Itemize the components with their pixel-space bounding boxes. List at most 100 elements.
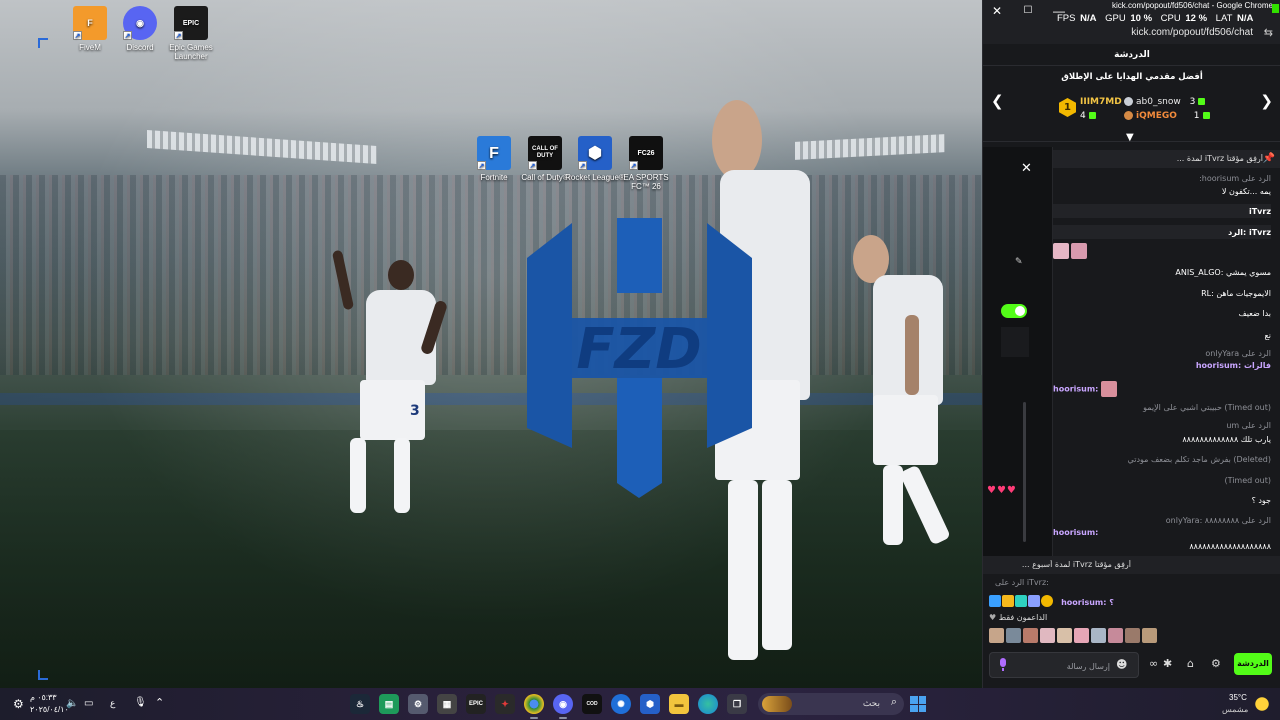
avatar[interactable] [1040,628,1055,643]
chat-send-button[interactable]: الدردشة [1234,653,1272,675]
gift-count: 4 [1080,111,1086,121]
performance-overlay: FPS N/A GPU 10 % CPU 12 % LAT N/A [1057,13,1259,24]
gifter-name[interactable]: IIIM7MD [1080,97,1122,107]
avatar[interactable] [1108,628,1123,643]
desktop-icon-label: Epic Games Launcher [169,43,213,61]
address-url[interactable]: kick.com/popout/fd506/chat [1131,27,1253,38]
windows-start-icon[interactable] [910,696,926,712]
chat-message: بدا ضعيف [1238,309,1271,318]
badge-icon [989,594,1001,607]
desktop-wallpaper: 3 2 FZD [0,0,982,688]
avatar[interactable] [989,628,1004,643]
avatar[interactable] [1006,628,1021,643]
close-icon[interactable]: ✕ [1021,161,1032,176]
chat-username[interactable]: hoorisum: [1053,385,1098,394]
avatar[interactable] [1091,628,1106,643]
pinned-message-banner[interactable]: أرفِق مؤقتاً iTvrz لمدة ... 📌 [1053,150,1280,168]
avatar[interactable] [1125,628,1140,643]
avatar[interactable] [1074,628,1089,643]
chat-message: ۸۸۸۸۸۸۸۸۸۸۸۸۸۸۸۸۸۸۸ [1189,542,1271,551]
site-settings-icon[interactable]: ⇆ [1264,26,1273,39]
clock-time[interactable]: ٠٥:٣٣ م [30,693,57,702]
gifter-first: IIIM7MD [1080,97,1122,107]
gift-count: 3 [1189,97,1196,107]
gifter-third: iQMEGO 1 [1124,111,1210,121]
store-icon[interactable]: ⌂ [1187,657,1194,670]
rockstar-icon[interactable]: ✦ [495,694,515,714]
chat-message[interactable]: hoorisum: [1053,528,1271,537]
mic-icon[interactable] [998,658,1008,672]
desktop-icon-ea-sports-fc[interactable]: FC26 ↗ EA SPORTS FC™ 26 [616,136,676,191]
chevron-up-icon[interactable]: ⌃ [155,696,164,709]
chat-message: hoorisum: [1053,381,1271,397]
gifter-name[interactable]: ab0_snow [1136,97,1181,107]
taskbar-search[interactable]: بحث ⌕ [758,693,904,715]
badge-icon [1002,594,1014,607]
settings-icon[interactable]: ⚙ [408,694,428,714]
store-icon[interactable]: ▦ [437,694,457,714]
emote-row [1053,243,1271,259]
infinity-icon[interactable]: ∞ [1149,657,1158,670]
gifter-name[interactable]: iQMEGO [1136,111,1177,121]
gear-icon[interactable]: ⚙ [13,697,24,711]
maximize-icon[interactable]: ☐ [1018,3,1038,19]
microphone-icon[interactable]: 🎙 [134,697,147,708]
chat-message: يمه ...تكفون لا [1221,187,1271,196]
emoji-icon[interactable]: ☻ [1116,658,1127,671]
edit-icon[interactable]: ✎ [1015,257,1023,267]
clock-date[interactable]: ٢٠٢٥/٠٤/١٠ [30,705,69,714]
gifter-first-count: 4 [1080,111,1096,121]
avatar[interactable] [1142,628,1157,643]
task-view-icon[interactable]: ❐ [727,694,747,714]
gift-gem-icon [1088,112,1096,119]
gift-icon[interactable]: ✱ [1163,657,1172,670]
chat-log: أرفِق مؤقتاً iTvrz لمدة ... 📌 الرد على h… [1053,147,1280,617]
gear-icon[interactable]: ⚙ [1211,657,1221,670]
desktop-icon-label: Discord [126,43,154,52]
top-gifters-panel: أفضل مقدمي الهدايا على الإطلاق ❮ ❯ 1 III… [983,66,1280,143]
weather-temp[interactable]: 35°C [1229,693,1247,702]
call-of-duty-icon[interactable]: COD [582,694,602,714]
edge-icon[interactable] [698,694,718,714]
network-icon[interactable]: ▭ [84,698,93,709]
pinned-message-text: أرفِق مؤقتاً iTvrz لمدة ... [1176,154,1263,163]
desktop-icon-epic-games[interactable]: EPIC ↗ Epic Games Launcher [161,6,221,61]
pinned-message-banner[interactable]: أرفِق مؤقتاً iTvrz لمدة أسبوع ... [983,556,1280,574]
chat-message: نع [1264,331,1271,340]
avatar[interactable] [1023,628,1038,643]
chat-message-input[interactable] [1018,658,1110,674]
weather-sun-icon [1252,694,1272,714]
stadium-light-rig-left [147,129,377,165]
last-message: hoorisum: ؟ [1061,598,1114,607]
windows-taskbar: ⚙ ٠٥:٣٣ م ٢٠٢٥/٠٤/١٠ 🔈 ▭ ع 🎙 ⌃ ♨ ▤ ⚙ ▦ E… [0,688,1280,720]
fps-label: FPS [1057,13,1076,24]
cpu-label: CPU [1160,13,1181,24]
language-indicator[interactable]: ع [110,698,115,709]
scrollbar[interactable] [1023,402,1026,542]
avatar[interactable] [1057,628,1072,643]
notepad-icon[interactable]: ▤ [379,694,399,714]
volume-icon[interactable]: 🔈 [66,698,78,709]
weather-desc[interactable]: مشمس [1222,705,1248,714]
battlenet-icon[interactable]: ✺ [611,694,631,714]
close-icon[interactable]: ✕ [987,3,1007,19]
collapse-icon[interactable]: ▼ [1126,132,1134,143]
kick-chat-popout-window: ✕ ☐ — FPS N/A GPU 10 % CPU 12 % LAT N/A … [982,0,1280,688]
chrome-icon[interactable] [524,694,544,719]
lat-label: LAT [1215,13,1233,24]
rocket-league-icon[interactable]: ⬢ [640,694,660,714]
toggle-switch[interactable] [1001,304,1027,318]
emote-image [1101,381,1118,397]
epic-games-icon[interactable]: EPIC [466,694,486,714]
chat-message: (Timed out) حبيبتي اشبي على الإيمو [1143,403,1271,412]
desktop-selection-corner [38,670,48,680]
chevron-left-icon[interactable]: ❮ [991,92,1004,110]
steam-icon[interactable]: ♨ [350,694,370,714]
pin-icon[interactable]: 📌 [1263,153,1275,164]
stadium-stands [0,175,982,375]
discord-icon[interactable]: ◉ [553,694,573,719]
file-explorer-icon[interactable]: ▬ [669,694,689,714]
search-label: بحث [862,698,880,708]
chevron-right-icon[interactable]: ❯ [1260,92,1273,110]
emote-image [1053,243,1069,259]
